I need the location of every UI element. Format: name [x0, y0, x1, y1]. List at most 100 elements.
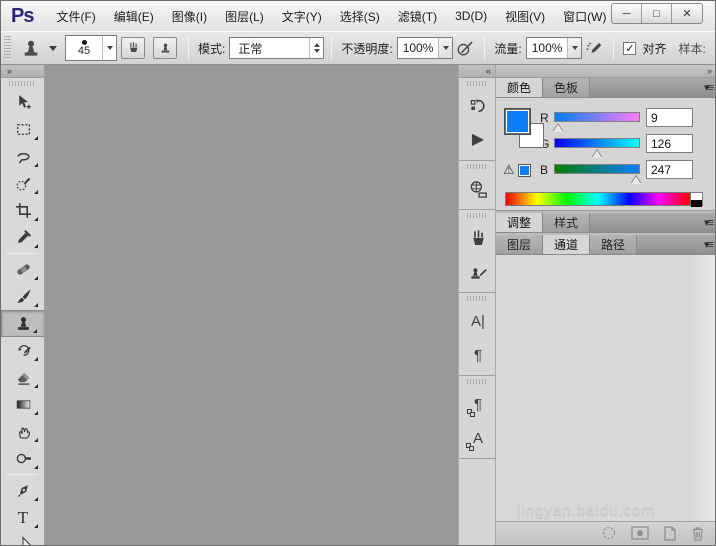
spectrum-bw-chips[interactable] — [691, 192, 703, 206]
layers-panel-menu-icon[interactable]: ▾≡ — [704, 238, 712, 251]
red-slider[interactable] — [554, 112, 640, 122]
opacity-dropdown-arrow[interactable] — [438, 38, 452, 58]
spot-healing-brush-tool[interactable] — [1, 256, 45, 283]
gamut-color-chip[interactable] — [518, 164, 531, 177]
brush-size-dropdown[interactable] — [102, 36, 116, 60]
tablet-pressure-opacity-icon[interactable] — [456, 39, 474, 57]
options-bar-grip[interactable] — [4, 36, 11, 60]
tab-channels[interactable]: 通道 — [543, 235, 590, 254]
brush-panel-icon[interactable] — [459, 221, 496, 255]
options-separator — [331, 36, 332, 60]
airbrush-icon[interactable] — [585, 39, 603, 57]
black-chip[interactable] — [691, 200, 702, 207]
flow-value: 100% — [527, 41, 568, 55]
3d-panel-icon[interactable] — [459, 172, 496, 206]
menu-image[interactable]: 图像(I) — [163, 4, 216, 29]
canvas-workspace — [45, 65, 458, 546]
menu-layer[interactable]: 图层(L) — [216, 4, 273, 29]
red-slider-thumb[interactable] — [553, 124, 563, 132]
dock-group: A| ¶ — [459, 296, 495, 376]
tab-layers[interactable]: 图层 — [496, 235, 543, 254]
character-panel-icon[interactable]: A| — [459, 304, 496, 338]
close-button[interactable]: ✕ — [672, 4, 702, 23]
blue-value-input[interactable] — [646, 160, 693, 179]
rectangular-marquee-tool[interactable] — [1, 116, 45, 143]
pen-tool[interactable] — [1, 477, 45, 504]
load-selection-icon[interactable] — [601, 525, 617, 541]
tab-paths[interactable]: 路径 — [590, 235, 637, 254]
menu-3d[interactable]: 3D(D) — [446, 5, 496, 27]
tab-color[interactable]: 颜色 — [496, 78, 543, 97]
paragraph-styles-panel-icon[interactable]: ¶ — [459, 387, 496, 421]
tool-preset-dropdown-arrow[interactable] — [49, 46, 57, 51]
eraser-tool[interactable] — [1, 364, 45, 391]
blend-mode-spinner[interactable] — [309, 38, 323, 58]
dodge-tool[interactable] — [1, 445, 45, 472]
adjustments-panel-menu-icon[interactable]: ▾≡ — [704, 216, 712, 229]
menu-filter[interactable]: 滤镜(T) — [389, 4, 446, 29]
color-panel-body: R G B ⚠ — [496, 98, 716, 211]
tab-swatches[interactable]: 色板 — [543, 78, 590, 97]
menu-type[interactable]: 文字(Y) — [273, 4, 331, 29]
menu-select[interactable]: 选择(S) — [331, 4, 389, 29]
delete-channel-icon[interactable] — [691, 526, 705, 541]
flyout-indicator — [34, 524, 38, 528]
smudge-tool[interactable] — [1, 418, 45, 445]
paragraph-panel-icon[interactable]: ¶ — [459, 338, 496, 372]
brush-tip-dot — [82, 40, 87, 45]
history-brush-tool[interactable] — [1, 337, 45, 364]
gradient-tool[interactable] — [1, 391, 45, 418]
foreground-color-swatch[interactable] — [505, 109, 530, 134]
panel-dock-header[interactable]: » — [496, 65, 716, 78]
color-spectrum-ramp[interactable] — [505, 192, 691, 206]
clone-stamp-preset-icon[interactable] — [20, 38, 42, 58]
flyout-indicator — [34, 497, 38, 501]
blue-slider[interactable] — [554, 164, 640, 174]
new-channel-icon[interactable] — [663, 526, 677, 541]
move-tool[interactable] — [1, 89, 45, 116]
red-value-input[interactable] — [646, 108, 693, 127]
green-slider-thumb[interactable] — [592, 150, 602, 158]
type-tool[interactable]: T — [1, 504, 45, 531]
tab-adjustments[interactable]: 调整 — [496, 213, 543, 232]
path-selection-tool[interactable] — [1, 531, 45, 546]
toggle-brush-panel-button[interactable] — [121, 37, 145, 59]
dock-group-grip — [467, 296, 487, 301]
color-panel-menu-icon[interactable]: ▾≡ — [704, 81, 712, 94]
menu-view[interactable]: 视图(V) — [496, 4, 554, 29]
character-styles-panel-icon[interactable]: A — [459, 421, 496, 455]
brush-size-picker[interactable]: 45 — [65, 35, 117, 61]
menu-file[interactable]: 文件(F) — [47, 4, 104, 29]
toggle-clone-source-panel-button[interactable] — [153, 37, 177, 59]
flyout-indicator — [34, 244, 38, 248]
blue-slider-thumb[interactable] — [631, 176, 641, 184]
white-chip[interactable] — [691, 193, 702, 200]
lasso-tool[interactable] — [1, 143, 45, 170]
opacity-combo[interactable]: 100% — [397, 37, 454, 59]
menu-window[interactable]: 窗口(W) — [554, 4, 615, 29]
history-panel-icon[interactable] — [459, 89, 496, 123]
brush-tool[interactable] — [1, 283, 45, 310]
align-checkbox[interactable]: ✓ — [623, 42, 636, 55]
blend-mode-select[interactable]: 正常 — [229, 37, 324, 59]
green-slider[interactable] — [554, 138, 640, 148]
quick-selection-tool[interactable] — [1, 170, 45, 197]
dock-group-grip — [467, 213, 487, 218]
menu-edit[interactable]: 编辑(E) — [105, 4, 163, 29]
clone-stamp-tool[interactable] — [1, 310, 45, 337]
crop-tool[interactable] — [1, 197, 45, 224]
maximize-button[interactable]: □ — [642, 4, 672, 23]
clone-source-panel-icon[interactable] — [459, 255, 496, 289]
green-value-input[interactable] — [646, 134, 693, 153]
flow-combo[interactable]: 100% — [526, 37, 583, 59]
tab-styles[interactable]: 样式 — [543, 213, 590, 232]
tools-panel-header[interactable]: » — [1, 65, 44, 78]
gamut-warning-icon[interactable]: ⚠ — [503, 162, 515, 178]
save-selection-icon[interactable] — [631, 526, 649, 540]
flow-dropdown-arrow[interactable] — [567, 38, 581, 58]
minimize-button[interactable]: ─ — [612, 4, 642, 23]
dock-group-grip — [467, 164, 487, 169]
dock-strip-header[interactable]: « — [459, 65, 495, 78]
actions-panel-icon[interactable]: ▶ — [459, 123, 496, 157]
eyedropper-tool[interactable] — [1, 224, 45, 251]
